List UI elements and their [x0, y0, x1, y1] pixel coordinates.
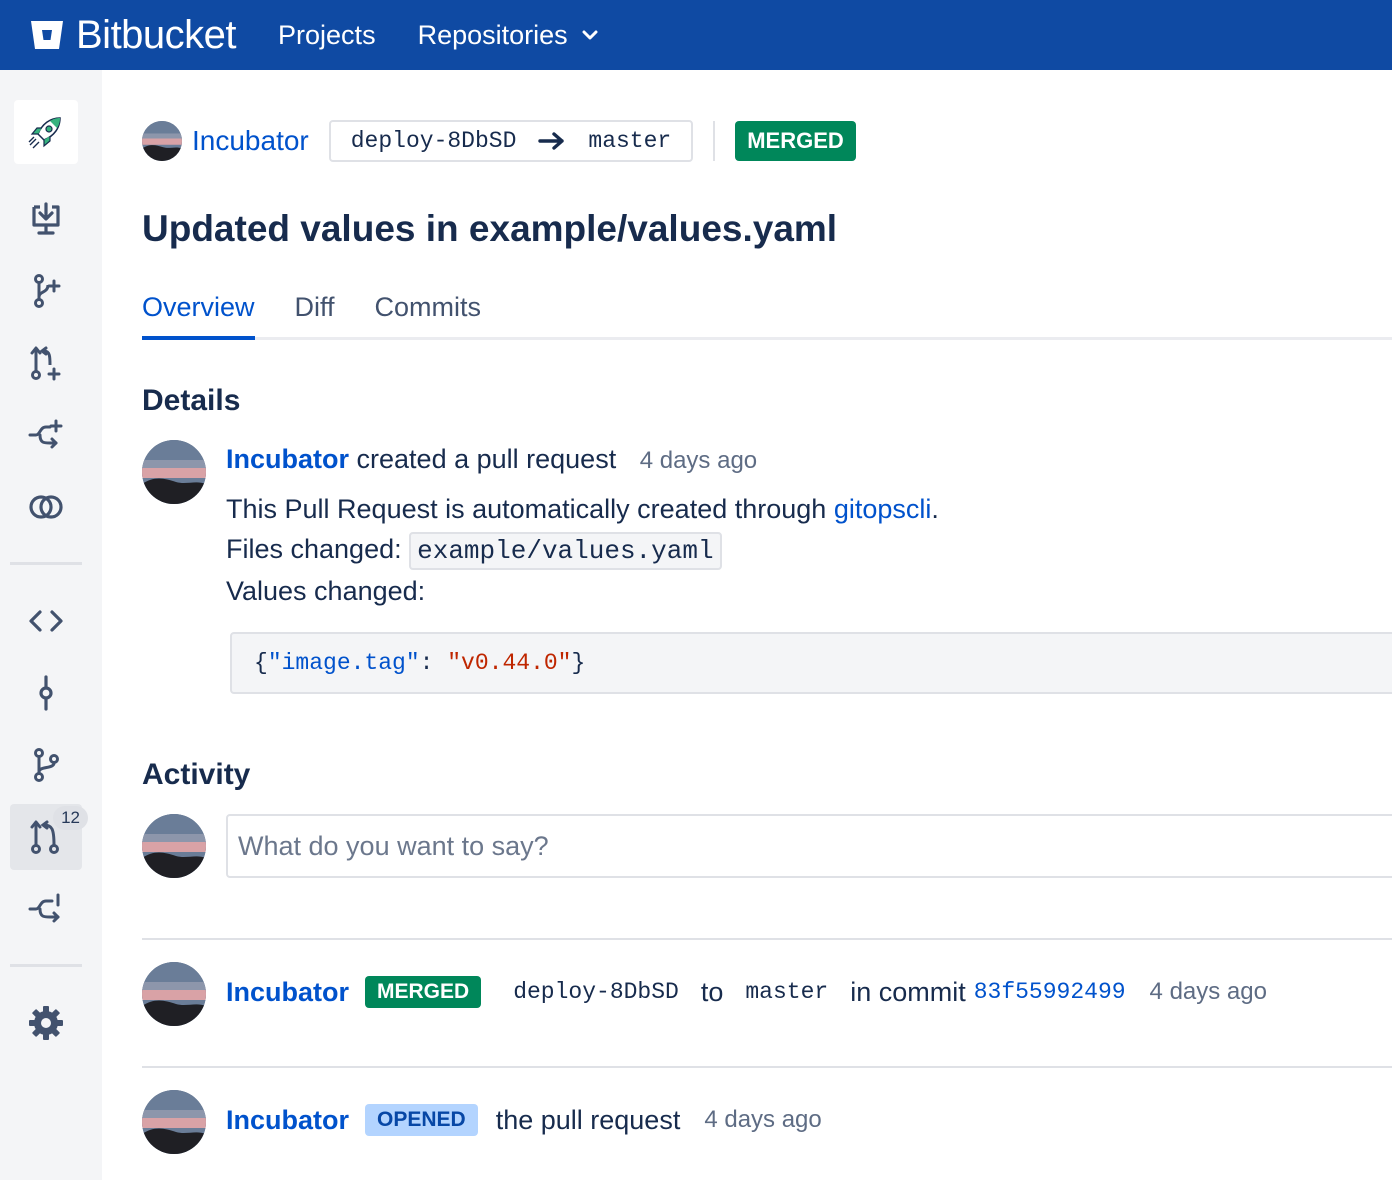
sidebar-clone[interactable] [10, 186, 82, 252]
sidebar-compare[interactable] [10, 474, 82, 540]
source-branch: deploy-8DbSD [513, 979, 679, 1005]
bitbucket-home-link[interactable]: Bitbucket [30, 12, 237, 58]
project-avatar-button[interactable] [14, 100, 78, 164]
in-commit-text: in commit [850, 976, 966, 1007]
sidebar-divider [10, 562, 82, 565]
pull-request-header: Incubator deploy-8DbSD master MERGED [142, 118, 856, 164]
activity-heading: Activity [142, 758, 251, 791]
tab-bar: Overview Diff Commits [142, 292, 1392, 340]
avatar-landscape-image [142, 121, 182, 161]
avatar [142, 814, 206, 878]
tab-commits[interactable]: Commits [375, 292, 482, 340]
avatar [142, 1090, 206, 1154]
divider [713, 121, 716, 161]
values-changed-label: Values changed: [226, 576, 426, 606]
bitbucket-logo-icon [31, 21, 63, 49]
activity-divider [142, 938, 1392, 940]
target-branch[interactable]: master [588, 128, 671, 154]
repository-link[interactable]: Incubator [192, 125, 309, 157]
page-title: Updated values in example/values.yaml [142, 208, 838, 249]
avatar-landscape-image [142, 1090, 206, 1154]
gitopscli-link[interactable]: gitopscli [834, 494, 932, 524]
code-key: "image.tag" [267, 650, 420, 676]
sidebar: 12 [0, 70, 102, 1180]
branch-comparison: deploy-8DbSD master [328, 120, 694, 162]
sidebar-settings[interactable] [10, 990, 82, 1056]
timestamp: 4 days ago [1149, 978, 1267, 1005]
status-badge: MERGED [365, 976, 482, 1008]
avatar [142, 121, 182, 161]
nav-projects[interactable]: Projects [278, 20, 376, 51]
author-link[interactable]: Incubator [226, 977, 349, 1008]
sidebar-source[interactable] [10, 588, 82, 654]
nav-repositories-dropdown[interactable]: Repositories [418, 20, 598, 51]
timestamp: 4 days ago [704, 1106, 822, 1133]
target-branch: master [745, 979, 829, 1005]
to-text: to [700, 976, 724, 1007]
avatar-landscape-image [142, 962, 206, 1026]
timestamp: 4 days ago [639, 447, 758, 474]
source-icon [29, 610, 63, 632]
commit-hash-link[interactable]: 83f55992499 [974, 979, 1126, 1005]
changed-file-path: example/values.yaml [409, 532, 722, 570]
settings-icon [29, 1006, 63, 1040]
author-link[interactable]: Incubator [226, 444, 349, 474]
activity-text: the pull request [495, 1104, 681, 1135]
forks-icon [28, 893, 60, 923]
compare-icon [29, 495, 63, 519]
brand-name: Bitbucket [76, 12, 237, 57]
sidebar-create-fork[interactable] [10, 402, 82, 468]
description-text: This Pull Request is automatically creat… [226, 494, 827, 524]
source-branch[interactable]: deploy-8DbSD [351, 128, 517, 154]
sidebar-pull-requests[interactable]: 12 [10, 804, 88, 870]
create-pull-request-icon [30, 346, 61, 381]
status-badge: MERGED [735, 121, 856, 161]
details-heading: Details [142, 384, 241, 417]
sidebar-create-branch[interactable] [10, 258, 82, 324]
author-link[interactable]: Incubator [226, 1105, 349, 1136]
code-value: "v0.44.0" [447, 650, 572, 676]
sidebar-commits[interactable] [10, 660, 82, 726]
branches-icon [34, 748, 59, 782]
rocket-icon [28, 117, 61, 149]
tab-overview[interactable]: Overview [142, 292, 255, 340]
avatar [142, 962, 206, 1026]
files-changed-label: Files changed: [226, 534, 402, 564]
avatar-landscape-image [142, 814, 206, 878]
pull-requests-count-badge: 12 [53, 806, 88, 830]
top-navigation-bar: Bitbucket Projects Repositories [0, 0, 1392, 70]
nav-projects-label: Projects [278, 19, 376, 50]
author-action-text: created a pull request [356, 444, 617, 474]
sidebar-divider [10, 964, 82, 967]
code-brace-close: } [571, 650, 586, 676]
sidebar-create-pull-request[interactable] [10, 330, 82, 396]
avatar-landscape-image [142, 440, 206, 504]
create-branch-icon [34, 274, 61, 308]
chevron-down-icon [582, 30, 598, 40]
activity-divider [142, 1066, 1392, 1068]
values-code-block: {"image.tag": "v0.44.0"} [230, 632, 1392, 694]
code-brace-open: { [254, 650, 268, 676]
clone-icon [32, 202, 60, 235]
tab-diff[interactable]: Diff [295, 292, 335, 340]
create-fork-icon [28, 419, 63, 449]
code-colon: : [419, 650, 448, 676]
avatar [142, 440, 206, 504]
arrow-right-icon [538, 132, 565, 150]
description-period: . [931, 494, 939, 524]
sidebar-forks[interactable] [10, 876, 82, 942]
activity-item-opened: Incubator OPENED the pull request 4 days… [142, 1090, 1392, 1154]
comment-input[interactable] [226, 814, 1392, 878]
status-badge: OPENED [365, 1104, 478, 1136]
sidebar-branches[interactable] [10, 732, 82, 798]
activity-item-merged: Incubator MERGED deploy-8DbSD to master … [142, 962, 1392, 1026]
nav-repositories-label: Repositories [417, 19, 568, 50]
commits-icon [39, 675, 53, 711]
